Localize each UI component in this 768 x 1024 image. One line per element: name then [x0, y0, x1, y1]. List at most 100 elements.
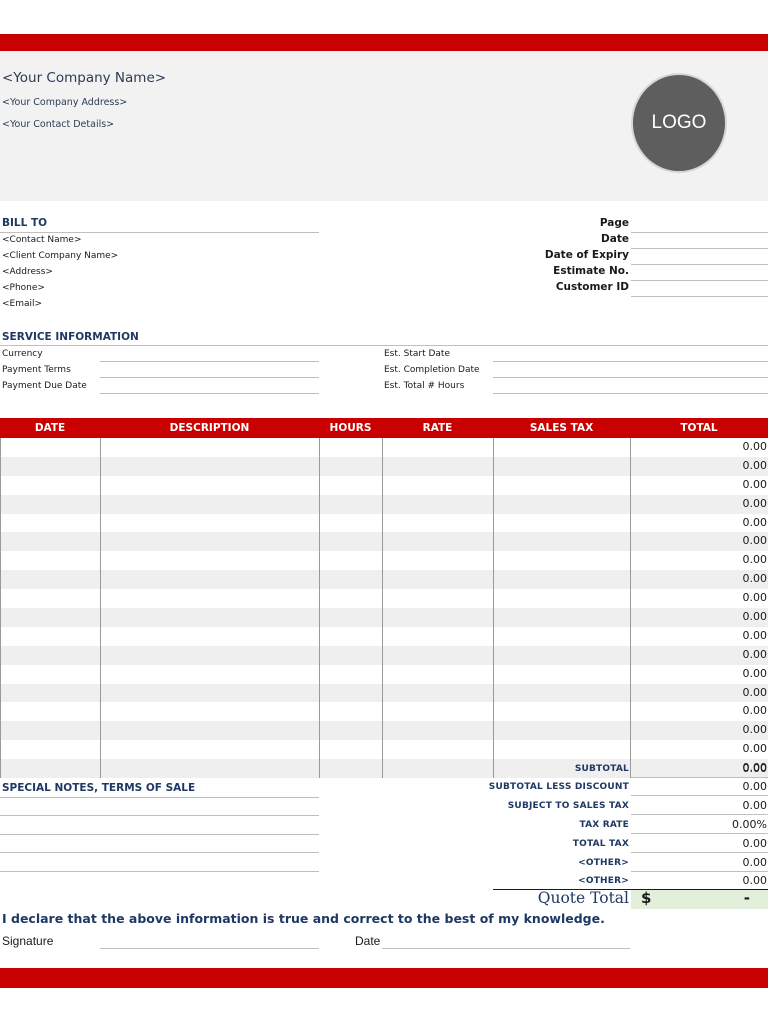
meta-customer-id-field[interactable] [631, 296, 768, 297]
notes-line[interactable] [0, 815, 319, 816]
table-body: 0.00 0.00 0.00 0.00 0.00 0.00 0.00 0.00 0.00 0.00… [0, 438, 768, 778]
notes-line[interactable] [0, 852, 319, 853]
payment-due-date-field[interactable] [100, 393, 319, 394]
meta-customer-id-label: Customer ID [555, 281, 629, 293]
table-row[interactable]: 0.00 [1, 740, 768, 759]
table-row[interactable]: 0.00 [1, 702, 768, 721]
row-total-value: 0.00 [742, 647, 768, 661]
column-divider [319, 438, 320, 778]
other-2-label[interactable]: <OTHER> [578, 876, 629, 886]
tax-rate-value[interactable]: 0.00% [732, 818, 767, 831]
row-total-value: 0.00 [742, 666, 768, 680]
quote-total-value: - [743, 889, 750, 907]
column-divider [100, 438, 101, 778]
special-notes-title: SPECIAL NOTES, TERMS OF SALE [2, 782, 196, 794]
currency-label: Currency [2, 349, 43, 359]
table-row[interactable]: 0.00 [1, 759, 768, 778]
company-contact[interactable]: <Your Contact Details> [2, 119, 114, 130]
est-total-hours-field[interactable] [493, 393, 768, 394]
other-1-value[interactable]: 0.00 [743, 856, 768, 869]
notes-line[interactable] [0, 871, 319, 872]
payment-terms-field[interactable] [100, 377, 319, 378]
table-row[interactable]: 0.00 [1, 645, 768, 665]
est-completion-date-field[interactable] [493, 377, 768, 378]
table-row[interactable]: 0.00 [1, 438, 768, 457]
total-tax-value: 0.00 [742, 837, 768, 850]
row-total-value: 0.00 [742, 685, 768, 699]
row-total-value: 0.00 [742, 591, 768, 605]
table-row[interactable]: 0.00 [1, 551, 768, 570]
table-row[interactable]: 0.00 [1, 476, 768, 495]
meta-page-field[interactable] [631, 232, 768, 233]
table-row[interactable]: 0.00 [1, 589, 768, 608]
est-total-hours-label: Est. Total # Hours [384, 381, 465, 391]
bill-to-phone[interactable]: <Phone> [2, 283, 45, 293]
column-divider [630, 438, 631, 778]
company-header: <Your Company Name> <Your Company Addres… [0, 51, 768, 201]
row-total-value: 0.00 [742, 610, 768, 623]
row-total-value: 0.00 [742, 477, 768, 491]
table-row[interactable]: 0.00 [1, 456, 768, 476]
other-2-value[interactable]: 0.00 [743, 874, 768, 887]
summary-rule [631, 852, 768, 853]
table-row[interactable]: 0.00 [1, 514, 768, 533]
service-info-rule [0, 345, 768, 346]
signature-field[interactable] [100, 948, 319, 949]
table-row[interactable]: 0.00 [1, 570, 768, 590]
header-total: TOTAL [680, 422, 718, 434]
table-row[interactable]: 0.00 [1, 665, 768, 684]
notes-line[interactable] [0, 834, 319, 835]
bill-to-email[interactable]: <Email> [2, 299, 42, 309]
subject-to-sales-tax-value[interactable]: 0.00 [743, 799, 768, 812]
summary-rule [631, 795, 768, 796]
bill-to-title: BILL TO [2, 217, 48, 229]
sign-date-field[interactable] [382, 948, 630, 949]
row-total-value: 0.00 [742, 628, 768, 642]
company-address[interactable]: <Your Company Address> [2, 97, 127, 108]
bill-to-client-company[interactable]: <Client Company Name> [2, 251, 118, 261]
notes-line[interactable] [0, 797, 319, 798]
sign-date-label: Date [355, 934, 381, 948]
table-row[interactable]: 0.00 [1, 532, 768, 552]
row-total-value: 0.00 [742, 515, 768, 529]
table-row[interactable]: 0.00 [1, 683, 768, 703]
meta-expiry-label: Date of Expiry [544, 249, 629, 261]
table-row[interactable]: 0.00 [1, 608, 768, 627]
payment-terms-label: Payment Terms [2, 365, 71, 375]
company-logo[interactable]: LOGO [631, 73, 727, 173]
subtotal-label: SUBTOTAL [574, 764, 629, 774]
summary-rule [631, 871, 768, 872]
subtotal-less-discount-value[interactable]: 0.00 [743, 780, 768, 793]
meta-expiry-field[interactable] [631, 264, 768, 265]
quote-total-currency: $ [641, 889, 652, 907]
summary-rule [631, 833, 768, 834]
summary-rule [631, 777, 768, 778]
currency-field[interactable] [100, 361, 319, 362]
top-accent-bar [0, 34, 768, 51]
header-sales-tax: SALES TAX [529, 422, 594, 434]
logo-text: LOGO [651, 112, 707, 133]
service-info-title: SERVICE INFORMATION [2, 331, 139, 343]
meta-estimate-no-field[interactable] [631, 280, 768, 281]
est-completion-date-label: Est. Completion Date [384, 365, 480, 375]
other-1-label[interactable]: <OTHER> [578, 858, 629, 868]
table-row[interactable]: 0.00 [1, 721, 768, 741]
row-total-value: 0.00 [742, 572, 768, 586]
table-row[interactable]: 0.00 [1, 627, 768, 646]
tax-rate-label: TAX RATE [579, 820, 629, 830]
company-name[interactable]: <Your Company Name> [2, 70, 166, 86]
quote-total-box: $ - [631, 889, 768, 909]
quote-total-label: Quote Total [537, 889, 629, 907]
bill-to-address[interactable]: <Address> [2, 267, 53, 277]
row-total-value: 0.00 [742, 704, 768, 718]
table-row[interactable]: 0.00 [1, 494, 768, 514]
subtotal-value: 0.00 [742, 762, 768, 775]
meta-page-label: Page [599, 217, 629, 229]
meta-date-field[interactable] [631, 248, 768, 249]
meta-date-label: Date [601, 233, 629, 245]
est-start-date-label: Est. Start Date [384, 349, 450, 359]
row-total-value: 0.00 [742, 742, 768, 756]
bill-to-contact-name[interactable]: <Contact Name> [2, 235, 82, 245]
header-description: DESCRIPTION [169, 422, 250, 434]
est-start-date-field[interactable] [493, 361, 768, 362]
